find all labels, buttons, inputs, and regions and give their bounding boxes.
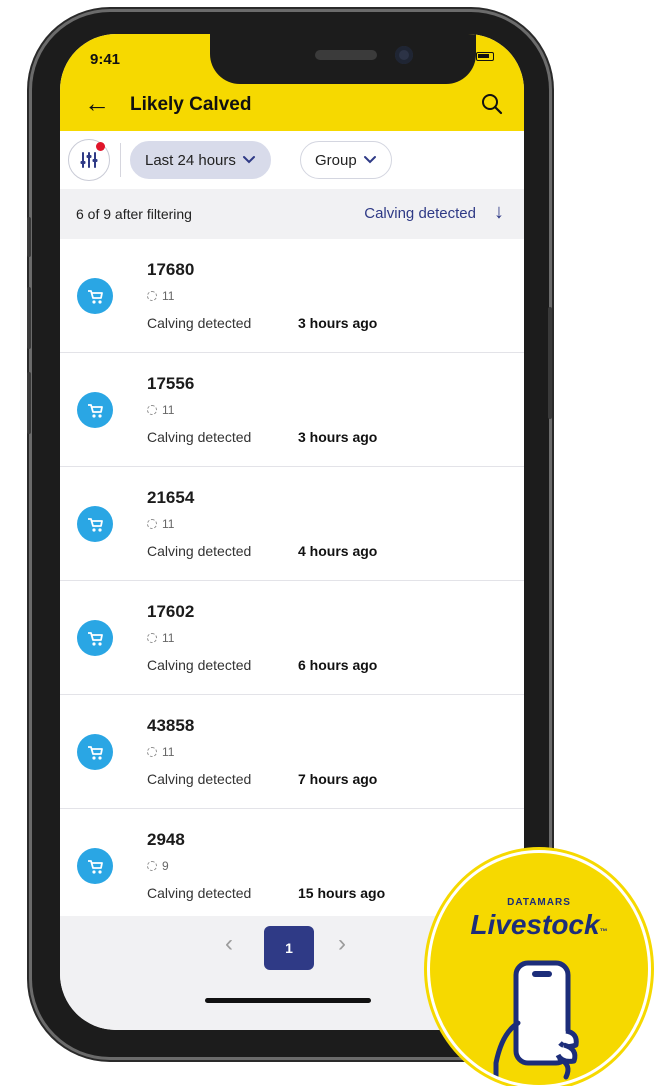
filter-bar: Last 24 hours Group [60, 131, 524, 189]
calf-stroller-icon [77, 392, 113, 428]
chevron-left-icon[interactable]: ‹ [225, 930, 233, 958]
home-indicator [205, 998, 371, 1003]
group-chip[interactable]: Group [300, 141, 392, 179]
animal-time: 6 hours ago [298, 657, 378, 673]
animal-time: 7 hours ago [298, 771, 378, 787]
phone-volume-down-button [27, 372, 31, 434]
animal-id: 17556 [147, 374, 195, 393]
phone-volume-up-button [27, 287, 31, 349]
list-item[interactable]: 17602 11 Calving detected 6 hours ago [60, 581, 524, 695]
animal-status: Calving detected [147, 657, 252, 673]
page-title: Likely Calved [130, 94, 252, 115]
calf-stroller-icon [77, 620, 113, 656]
animal-time: 3 hours ago [298, 429, 378, 445]
badge-product: Livestock™ [470, 909, 608, 940]
animal-group: 11 [147, 631, 174, 645]
status-time: 9:41 [90, 51, 121, 68]
hand-phone-icon [493, 960, 579, 1083]
animal-id: 43858 [147, 716, 195, 735]
brand-badge: DATAMARS Livestock™ [430, 853, 648, 1085]
chip-label: Last 24 hours [145, 151, 236, 169]
phone-notch [210, 34, 476, 84]
filter-button[interactable] [68, 139, 110, 181]
animal-status: Calving detected [147, 315, 252, 331]
badge-company: DATAMARS [507, 897, 571, 908]
group-ring-icon [147, 405, 157, 415]
animal-group: 11 [147, 403, 174, 417]
calf-stroller-icon [77, 506, 113, 542]
time-range-chip[interactable]: Last 24 hours [130, 141, 271, 179]
filter-active-dot [96, 142, 105, 151]
animal-list: 17680 11 Calving detected 3 hours ago 17… [60, 239, 524, 923]
phone-side-button [27, 217, 31, 257]
trademark-mark: ™ [599, 927, 608, 936]
battery-icon [476, 52, 494, 61]
group-ring-icon [147, 291, 157, 301]
results-summary: 6 of 9 after filtering Calving detected … [60, 189, 524, 239]
animal-group: 11 [147, 517, 174, 531]
list-item[interactable]: 21654 11 Calving detected 4 hours ago [60, 467, 524, 581]
front-camera [395, 46, 413, 64]
animal-status: Calving detected [147, 885, 252, 901]
animal-status: Calving detected [147, 429, 252, 445]
list-item[interactable]: 17680 11 Calving detected 3 hours ago [60, 239, 524, 353]
arrow-left-icon[interactable]: ← [84, 90, 110, 116]
group-ring-icon [147, 747, 157, 757]
page-1-button[interactable]: 1 [264, 926, 314, 970]
app-screen: 9:41 ← Likely Calved Last 24 hours Group… [60, 34, 524, 1030]
calf-stroller-icon [77, 848, 113, 884]
sort-label[interactable]: Calving detected [364, 205, 476, 222]
divider [120, 143, 121, 177]
animal-time: 15 hours ago [298, 885, 386, 901]
animal-id: 21654 [147, 488, 195, 507]
animal-group: 11 [147, 745, 174, 759]
chip-label: Group [315, 151, 357, 169]
list-item[interactable]: 43858 11 Calving detected 7 hours ago [60, 695, 524, 809]
group-ring-icon [147, 519, 157, 529]
sliders-icon [80, 152, 98, 168]
animal-id: 2948 [147, 830, 185, 849]
animal-status: Calving detected [147, 543, 252, 559]
animal-time: 4 hours ago [298, 543, 378, 559]
phone-power-button [548, 307, 552, 419]
calf-stroller-icon [77, 278, 113, 314]
animal-id: 17602 [147, 602, 195, 621]
result-count: 6 of 9 after filtering [76, 206, 192, 222]
list-item[interactable]: 17556 11 Calving detected 3 hours ago [60, 353, 524, 467]
calf-stroller-icon [77, 734, 113, 770]
animal-time: 3 hours ago [298, 315, 378, 331]
search-icon[interactable] [480, 92, 504, 116]
group-ring-icon [147, 861, 157, 871]
chevron-down-icon [242, 156, 255, 164]
animal-group: 11 [147, 289, 174, 303]
speaker-grille [315, 50, 377, 60]
chevron-down-icon [363, 156, 376, 164]
animal-status: Calving detected [147, 771, 252, 787]
arrow-down-icon[interactable]: ↓ [494, 201, 504, 224]
group-ring-icon [147, 633, 157, 643]
chevron-right-icon[interactable]: › [338, 930, 346, 958]
animal-group: 9 [147, 859, 169, 873]
animal-id: 17680 [147, 260, 195, 279]
